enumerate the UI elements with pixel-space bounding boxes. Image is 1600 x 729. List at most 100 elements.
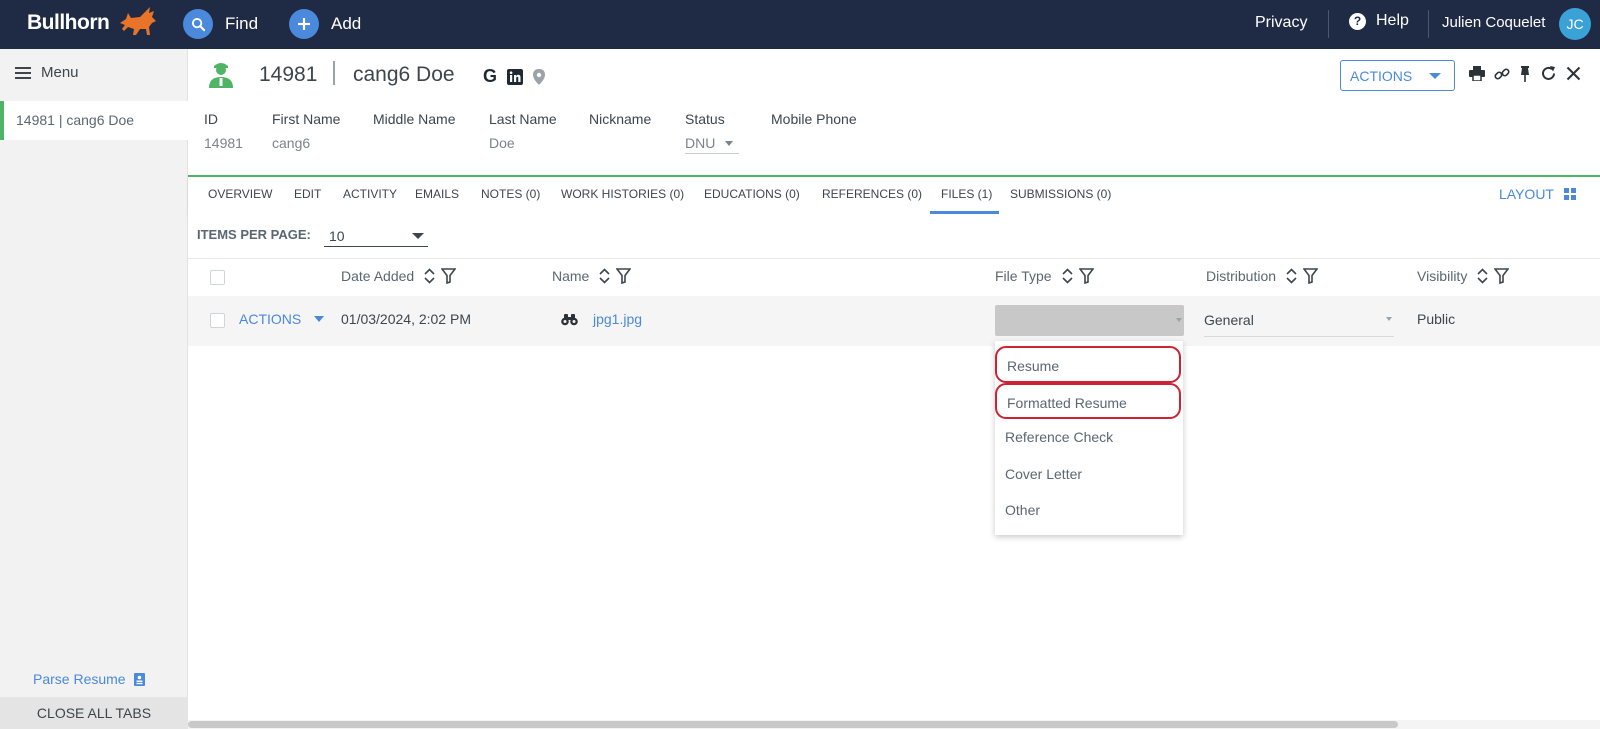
close-all-tabs-button[interactable]: CLOSE ALL TABS <box>0 697 188 729</box>
topbar-divider <box>1328 10 1329 38</box>
horizontal-scrollbar[interactable] <box>188 720 1600 729</box>
field-last-name: Last Name Doe <box>489 111 557 151</box>
cell-visibility: Public <box>1417 311 1456 327</box>
items-per-page-value: 10 <box>329 227 345 244</box>
document-icon <box>133 672 145 686</box>
record-tabs: OVERVIEW EDIT ACTIVITY EMAILS NOTES (0) … <box>188 177 1600 214</box>
record-id: 14981 <box>259 63 318 86</box>
filter-icon[interactable] <box>1303 268 1319 284</box>
scrollbar-thumb[interactable] <box>188 721 1398 728</box>
filter-icon[interactable] <box>441 268 457 284</box>
select-all-checkbox[interactable] <box>210 270 225 285</box>
parse-resume-link[interactable]: Parse Resume <box>33 671 145 687</box>
add-button[interactable]: Add <box>289 8 361 40</box>
google-icon[interactable]: G <box>483 66 497 87</box>
row-checkbox[interactable] <box>210 313 225 328</box>
file-type-option-other[interactable]: Other <box>995 492 1183 529</box>
file-type-option-reference-check[interactable]: Reference Check <box>995 419 1183 456</box>
plus-icon <box>289 9 319 39</box>
items-per-page-select[interactable]: 10 <box>324 225 428 247</box>
layout-button[interactable]: LAYOUT <box>1499 186 1576 202</box>
tab-educations[interactable]: EDUCATIONS (0) <box>704 187 800 201</box>
parse-resume-label: Parse Resume <box>33 671 126 687</box>
column-visibility: Visibility <box>1417 268 1510 284</box>
find-button[interactable]: Find <box>183 8 258 40</box>
file-type-dropdown: Resume Formatted Resume Reference Check … <box>995 341 1183 535</box>
tab-activity[interactable]: ACTIVITY <box>343 187 397 201</box>
tab-files[interactable]: FILES (1) <box>941 187 992 201</box>
add-label: Add <box>331 14 362 33</box>
distribution-value: General <box>1204 312 1254 328</box>
menu-button[interactable]: Menu <box>15 64 79 81</box>
row-actions-button[interactable]: ACTIONS <box>239 311 325 327</box>
map-pin-icon[interactable] <box>533 68 546 85</box>
sort-icon[interactable] <box>599 268 610 284</box>
record-actions-button[interactable]: ACTIONS <box>1340 60 1455 91</box>
sort-icon[interactable] <box>1477 268 1488 284</box>
field-label: First Name <box>272 111 341 127</box>
field-label: Mobile Phone <box>771 111 857 127</box>
tab-notes[interactable]: NOTES (0) <box>481 187 540 201</box>
grid-icon <box>1563 188 1576 200</box>
file-type-option-cover-letter[interactable]: Cover Letter <box>995 456 1183 493</box>
file-type-option-formatted-resume[interactable]: Formatted Resume <box>995 382 1181 419</box>
filter-icon[interactable] <box>1494 268 1510 284</box>
sort-icon[interactable] <box>1286 268 1297 284</box>
field-mobile-phone: Mobile Phone <box>771 111 857 135</box>
menu-label: Menu <box>41 64 79 81</box>
sort-icon[interactable] <box>424 268 435 284</box>
record-toolbar-icons <box>1469 65 1581 82</box>
user-name[interactable]: Julien Coquelet <box>1442 14 1545 31</box>
sidebar-open-tab[interactable]: 14981 | cang6 Doe <box>0 101 188 140</box>
binoculars-icon[interactable] <box>561 313 578 326</box>
column-distribution: Distribution <box>1206 268 1319 284</box>
record-name: cang6 Doe <box>353 63 455 86</box>
file-name-link[interactable]: jpg1.jpg <box>593 311 642 327</box>
tab-submissions[interactable]: SUBMISSIONS (0) <box>1010 187 1111 201</box>
sidebar: Menu 14981 | cang6 Doe Parse Resume CLOS… <box>0 49 188 729</box>
help-button[interactable]: ? Help <box>1349 12 1409 30</box>
column-label: Date Added <box>341 268 415 284</box>
field-label: Middle Name <box>373 111 456 127</box>
link-icon[interactable] <box>1494 66 1510 82</box>
distribution-select[interactable]: General <box>1204 310 1394 337</box>
sort-icon[interactable] <box>1061 268 1073 284</box>
brand-logo-text[interactable]: Bullhorn <box>27 11 110 35</box>
files-panel: ITEMS PER PAGE: 10 Date Added Name File … <box>188 214 1600 729</box>
top-navigation-bar: Bullhorn Find Add Privacy ? Help Julien … <box>0 0 1600 49</box>
chevron-down-icon <box>1386 317 1392 321</box>
field-label: Status <box>685 111 725 127</box>
field-value: cang6 <box>272 135 311 151</box>
close-icon[interactable] <box>1566 66 1581 81</box>
status-value: DNU <box>685 135 716 151</box>
tab-references[interactable]: REFERENCES (0) <box>822 187 922 201</box>
record-social-icons: G <box>483 66 546 87</box>
field-value: 14981 <box>204 135 243 151</box>
column-label: File Type <box>995 268 1052 284</box>
chevron-down-icon <box>1176 318 1182 322</box>
pin-icon[interactable] <box>1519 65 1531 82</box>
file-type-option-resume[interactable]: Resume <box>995 346 1181 383</box>
print-icon[interactable] <box>1469 66 1485 81</box>
file-type-select[interactable] <box>995 305 1184 336</box>
field-nickname: Nickname <box>589 111 651 135</box>
tab-edit[interactable]: EDIT <box>294 187 321 201</box>
status-select[interactable]: DNU <box>685 135 739 154</box>
filter-icon[interactable] <box>1078 268 1094 284</box>
tab-emails[interactable]: EMAILS <box>415 187 459 201</box>
field-value: Doe <box>489 135 515 151</box>
field-label: Last Name <box>489 111 557 127</box>
tab-overview[interactable]: OVERVIEW <box>208 187 272 201</box>
field-status: Status DNU <box>685 111 739 154</box>
avatar[interactable]: JC <box>1559 8 1591 40</box>
table-row: ACTIONS 01/03/2024, 2:02 PM jpg1.jpg Gen… <box>188 296 1600 346</box>
linkedin-icon[interactable] <box>507 68 524 85</box>
column-label: Name <box>552 268 590 284</box>
refresh-icon[interactable] <box>1540 65 1557 82</box>
column-name: Name <box>552 268 632 284</box>
privacy-link[interactable]: Privacy <box>1255 14 1307 32</box>
tab-work-histories[interactable]: WORK HISTORIES (0) <box>561 187 684 201</box>
filter-icon[interactable] <box>616 268 632 284</box>
search-icon <box>183 9 213 39</box>
column-label: Visibility <box>1417 268 1468 284</box>
